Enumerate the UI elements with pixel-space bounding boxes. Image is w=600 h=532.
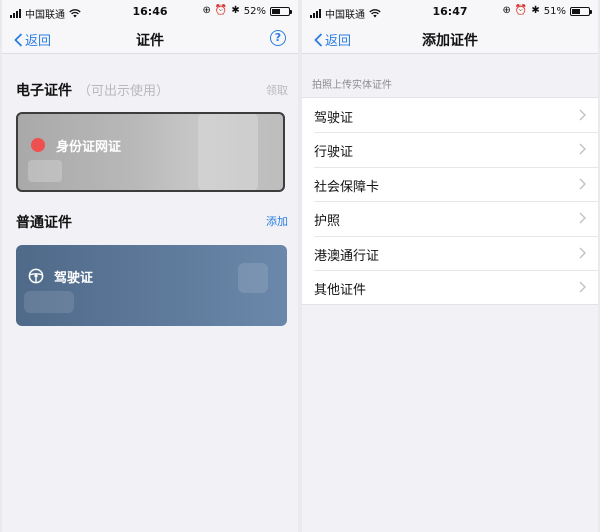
list-item-label: 行驶证: [314, 145, 354, 161]
chevron-right-icon: [579, 212, 586, 224]
electronic-section-title: 电子证件 （可出示使用）: [16, 80, 169, 100]
alarm-icon: ⏰: [514, 5, 528, 16]
certificate-type-list: 驾驶证行驶证社会保障卡护照港澳通行证其他证件: [302, 97, 598, 306]
list-item-label: 驾驶证: [314, 111, 354, 126]
list-item-label: 护照: [314, 214, 341, 230]
list-item[interactable]: 驾驶证: [302, 98, 598, 132]
list-item[interactable]: 护照: [302, 201, 598, 235]
blurred-region: [238, 263, 268, 293]
claim-link[interactable]: 领取: [266, 82, 288, 98]
chevron-right-icon: [579, 247, 586, 259]
ordinary-section-title: 普通证件: [16, 215, 72, 231]
list-item[interactable]: 其他证件: [302, 269, 598, 304]
add-link[interactable]: 添加: [266, 213, 288, 229]
driver-license-label: 驾驶证: [54, 271, 94, 286]
battery-icon: [570, 6, 592, 16]
orientation-lock-icon: ⊕: [202, 5, 211, 16]
list-item-label: 其他证件: [314, 282, 367, 298]
chevron-right-icon: [579, 143, 586, 155]
electronic-title: 电子证件: [16, 83, 72, 99]
blurred-region: [24, 291, 74, 313]
page-title: 证件: [136, 33, 164, 49]
status-bar: 中国联通 16:46 ⊕ ⏰ ✱ 52%: [2, 0, 298, 24]
list-item-label: 社会保障卡: [314, 179, 380, 195]
nav-bar: 返回 证件 ?: [2, 24, 298, 54]
add-certificate-screen: 中国联通 16:47 ⊕ ⏰ ✱ 51% 返回 添加证件 拍照上传实体证件 驾驶…: [302, 0, 598, 532]
id-card-dot-icon: [31, 138, 45, 152]
blurred-region: [28, 160, 62, 182]
page-title: 添加证件: [422, 33, 478, 49]
list-item[interactable]: 社会保障卡: [302, 166, 598, 201]
list-item[interactable]: 行驶证: [302, 132, 598, 166]
driver-license-card[interactable]: 驾驶证: [16, 245, 287, 326]
chevron-right-icon: [579, 281, 586, 293]
status-bar: 中国联通 16:47 ⊕ ⏰ ✱ 51%: [302, 0, 598, 24]
alarm-icon: ⏰: [214, 5, 228, 16]
blurred-region: [198, 114, 258, 190]
id-card-label: 身份证网证: [56, 140, 122, 155]
nav-bar: 返回 添加证件: [302, 24, 598, 54]
bluetooth-icon: ✱: [531, 5, 540, 16]
upload-group-label: 拍照上传实体证件: [312, 80, 392, 91]
help-icon[interactable]: ?: [270, 30, 286, 46]
chevron-right-icon: [579, 178, 586, 190]
chevron-right-icon: [579, 109, 586, 121]
battery-percent: 51%: [543, 5, 566, 17]
steering-wheel-icon: [28, 268, 44, 284]
bluetooth-icon: ✱: [231, 5, 240, 16]
orientation-lock-icon: ⊕: [502, 5, 511, 16]
screenshot-composite: 中国联通 16:46 ⊕ ⏰ ✱ 52% 返回 证件 ? 电子证件 （可出示使用…: [0, 0, 600, 532]
battery-percent: 52%: [243, 5, 266, 17]
electronic-hint: （可出示使用）: [78, 84, 170, 99]
certificates-screen: 中国联通 16:46 ⊕ ⏰ ✱ 52% 返回 证件 ? 电子证件 （可出示使用…: [2, 0, 298, 532]
list-item-label: 港澳通行证: [314, 248, 380, 264]
list-item[interactable]: 港澳通行证: [302, 235, 598, 270]
battery-icon: [270, 6, 292, 16]
id-card-e-certificate[interactable]: 身份证网证: [16, 112, 285, 192]
